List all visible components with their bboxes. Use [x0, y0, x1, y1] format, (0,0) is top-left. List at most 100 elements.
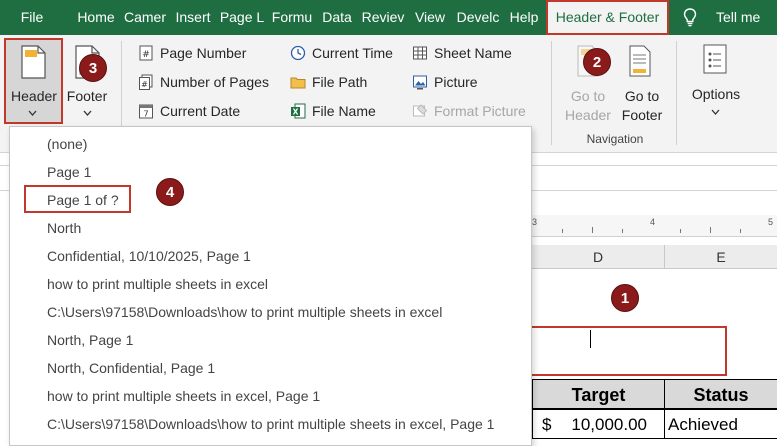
- sheet-name-label: Sheet Name: [434, 45, 512, 61]
- tab-formulas[interactable]: Formu: [268, 0, 316, 35]
- highlight-box-page-1-of: [24, 185, 131, 213]
- callout-badge-2: 2: [583, 48, 611, 76]
- current-date-button[interactable]: 7 Current Date: [138, 100, 268, 122]
- header-option-confidential-date[interactable]: Confidential, 10/10/2025, Page 1: [10, 242, 531, 270]
- header-option-file-path-page[interactable]: C:\Users\97158\Downloads\how to print mu…: [10, 410, 531, 438]
- tab-page-layout[interactable]: Page L: [218, 0, 266, 35]
- number-of-pages-button[interactable]: # Number of Pages: [138, 71, 283, 93]
- tab-camera[interactable]: Camer: [122, 0, 168, 35]
- current-date-label: Current Date: [160, 103, 241, 119]
- page-number-icon: #: [139, 45, 153, 61]
- calendar-icon: 7: [139, 104, 153, 119]
- callout-badge-4: 4: [156, 178, 184, 206]
- clock-icon: [290, 45, 306, 61]
- lightbulb-icon[interactable]: [683, 8, 697, 27]
- group-separator: [551, 41, 552, 145]
- format-picture-icon: [413, 104, 428, 117]
- excel-file-icon: X: [291, 103, 306, 119]
- sheet-name-button[interactable]: Sheet Name: [412, 42, 522, 64]
- text-cursor: [590, 330, 591, 348]
- tell-me-search[interactable]: Tell me: [716, 0, 760, 35]
- tab-data[interactable]: Data: [318, 0, 356, 35]
- tab-developer[interactable]: Develc: [453, 0, 503, 35]
- go-to-footer-icon: [629, 45, 651, 77]
- callout-badge-3: 3: [79, 54, 107, 82]
- sheet-grid-icon: [413, 46, 427, 60]
- header-button-label: Header: [11, 88, 57, 104]
- currency-symbol: $: [542, 415, 552, 434]
- footer-button[interactable]: Footer: [62, 87, 112, 106]
- svg-text:#: #: [142, 50, 150, 60]
- tab-home[interactable]: Home: [72, 0, 120, 35]
- tab-header-footer[interactable]: Header & Footer: [546, 0, 669, 35]
- ruler-mark: [592, 227, 593, 233]
- header-option-file-path[interactable]: C:\Users\97158\Downloads\how to print mu…: [10, 298, 531, 326]
- chevron-down-icon: [83, 110, 92, 116]
- tab-review[interactable]: Reviev: [360, 0, 406, 35]
- svg-text:X: X: [293, 108, 299, 117]
- table-row: $ 10,000.00 Achieved: [532, 409, 777, 439]
- horizontal-ruler: 3 4 5: [532, 215, 777, 237]
- page-number-button[interactable]: # Page Number: [138, 42, 278, 64]
- tab-insert[interactable]: Insert: [171, 0, 215, 35]
- target-cell[interactable]: $ 10,000.00: [532, 409, 665, 439]
- group-separator: [676, 41, 677, 145]
- chevron-down-icon: [28, 110, 37, 116]
- file-path-label: File Path: [312, 74, 368, 90]
- header-option-page-1[interactable]: Page 1: [10, 158, 531, 186]
- page-number-label: Page Number: [160, 45, 247, 61]
- options-icon: [703, 44, 727, 74]
- status-cell[interactable]: Achieved: [664, 409, 777, 439]
- ruler-tick-label: 3: [532, 217, 538, 227]
- ruler-mark: [680, 229, 681, 233]
- file-path-button[interactable]: File Path: [290, 71, 395, 93]
- number-of-pages-label: Number of Pages: [160, 74, 269, 90]
- go-to-header-line1[interactable]: Go to: [562, 87, 614, 106]
- tab-view[interactable]: View: [410, 0, 450, 35]
- ruler-tick-label: 4: [650, 217, 656, 227]
- ruler-mark: [710, 227, 711, 233]
- options-button[interactable]: Options: [684, 85, 748, 104]
- format-picture-label: Format Picture: [434, 103, 526, 119]
- ruler-tick-label: 5: [768, 217, 774, 227]
- svg-text:7: 7: [143, 110, 148, 119]
- ruler-mark: [622, 229, 623, 233]
- callout-badge-1: 1: [611, 284, 639, 312]
- ruler-mark: [740, 229, 741, 233]
- file-name-button[interactable]: X File Name: [290, 100, 400, 122]
- format-picture-button[interactable]: Format Picture: [412, 100, 537, 122]
- current-time-label: Current Time: [312, 45, 393, 61]
- target-value: 10,000.00: [571, 415, 647, 434]
- picture-icon: [413, 75, 427, 90]
- header-dropdown-menu: (none) Page 1 Page 1 of ? North Confiden…: [9, 126, 532, 446]
- go-to-footer-line1[interactable]: Go to: [615, 87, 669, 106]
- number-of-pages-icon: #: [139, 74, 153, 90]
- file-name-label: File Name: [312, 103, 376, 119]
- column-headers: D E: [532, 245, 777, 269]
- go-to-header-line2[interactable]: Header: [562, 106, 614, 125]
- chevron-down-icon: [711, 109, 720, 115]
- header-option-north[interactable]: North: [10, 214, 531, 242]
- data-table: Target Status $ 10,000.00 Achieved: [532, 379, 777, 439]
- table-header-row: Target Status: [532, 379, 777, 409]
- table-header-target[interactable]: Target: [532, 379, 665, 409]
- header-option-sheet-page[interactable]: how to print multiple sheets in excel, P…: [10, 382, 531, 410]
- folder-icon: [290, 77, 306, 89]
- column-header-e[interactable]: E: [665, 245, 777, 269]
- current-time-button[interactable]: Current Time: [290, 42, 405, 64]
- ribbon-tab-bar: File Home Camer Insert Page L Formu Data…: [0, 0, 777, 35]
- go-to-footer-line2[interactable]: Footer: [615, 106, 669, 125]
- header-option-none[interactable]: (none): [10, 130, 531, 158]
- header-option-sheet-name[interactable]: how to print multiple sheets in excel: [10, 270, 531, 298]
- header-option-north-confidential[interactable]: North, Confidential, Page 1: [10, 354, 531, 382]
- header-option-north-page[interactable]: North, Page 1: [10, 326, 531, 354]
- table-header-status[interactable]: Status: [664, 379, 777, 409]
- picture-button[interactable]: Picture: [412, 71, 492, 93]
- header-input-area[interactable]: [530, 326, 727, 376]
- picture-label: Picture: [434, 74, 478, 90]
- tab-file[interactable]: File: [8, 0, 56, 35]
- header-option-prepared-by[interactable]: Prepared by North...: [10, 438, 531, 445]
- column-header-d[interactable]: D: [532, 245, 665, 269]
- svg-text:#: #: [141, 80, 148, 89]
- tab-help[interactable]: Help: [505, 0, 543, 35]
